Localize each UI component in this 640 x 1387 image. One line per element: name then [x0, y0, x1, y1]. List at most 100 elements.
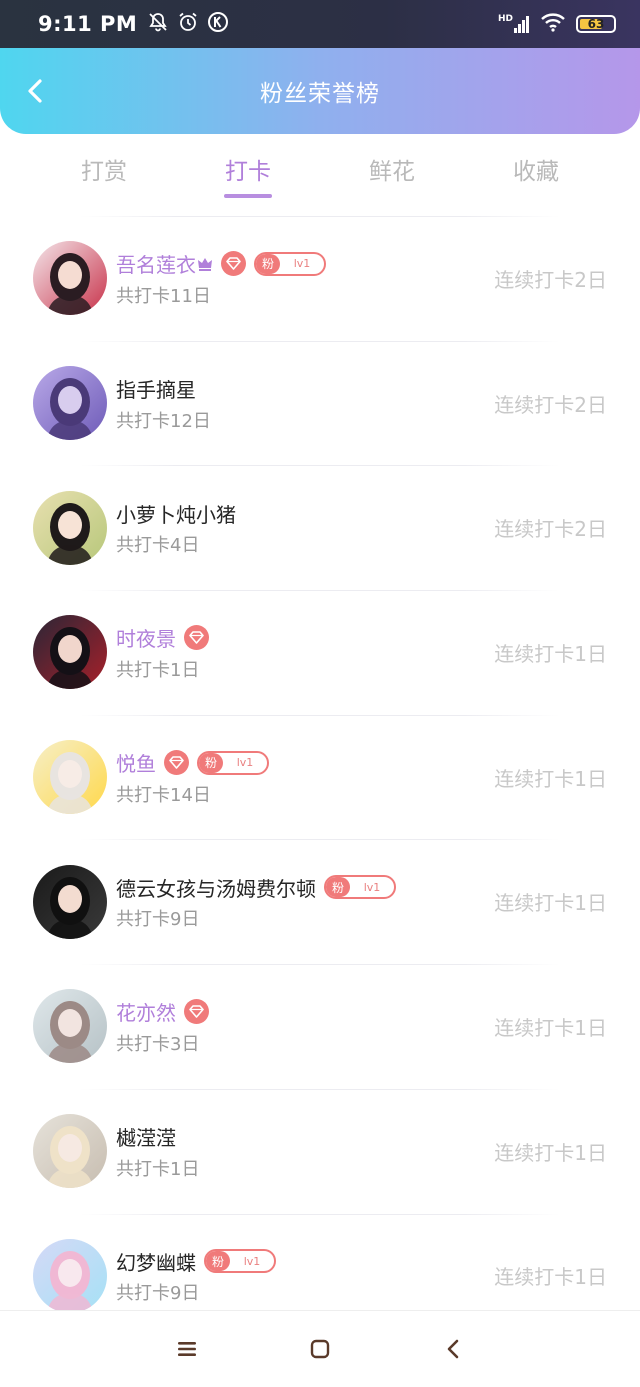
k-badge-icon [207, 11, 229, 37]
avatar[interactable] [33, 1114, 107, 1189]
user-info: 指手摘星 共打卡12日 [116, 374, 211, 433]
tab-label: 打赏 [81, 159, 127, 185]
user-info: 德云女孩与汤姆费尔顿 粉 lv1 共打卡9日 [116, 872, 396, 931]
system-nav-bar [0, 1310, 640, 1387]
diamond-icon [164, 750, 189, 776]
avatar[interactable] [33, 490, 107, 565]
back-button[interactable] [20, 76, 50, 106]
row-divider [80, 465, 560, 467]
row-divider [80, 964, 560, 966]
fan-badge-label: 粉 [206, 1251, 230, 1272]
streak-label: 连续打卡1日 [494, 1015, 607, 1040]
list-item[interactable]: 小萝卜炖小猪共打卡4日 连续打卡2日 [0, 465, 640, 590]
status-right-icons: HD 63 [498, 12, 616, 36]
name-line: 幻梦幽蝶 粉 lv1 [116, 1246, 276, 1276]
streak-label: 连续打卡2日 [494, 517, 607, 542]
user-info: 时夜景共打卡1日 [116, 623, 209, 682]
chevron-left-icon [28, 79, 42, 103]
avatar[interactable] [33, 989, 107, 1064]
avatar[interactable] [33, 615, 107, 690]
streak-label: 连续打卡1日 [494, 641, 607, 666]
row-divider [80, 590, 560, 592]
name-line: 花亦然 [116, 997, 209, 1027]
avatar[interactable] [33, 864, 107, 939]
row-divider [80, 1213, 560, 1215]
name-line: 吾名莲衣 粉 lv1 [116, 249, 326, 279]
home-square-icon [310, 1339, 330, 1359]
list-item[interactable]: 樾滢滢 共打卡1日 连续打卡1日 [0, 1088, 640, 1214]
user-info: 小萝卜炖小猪共打卡4日 [116, 498, 236, 557]
alarm-icon [177, 11, 199, 37]
tab-favorites[interactable]: 收藏 [464, 140, 608, 206]
row-divider [80, 839, 560, 841]
tab-label: 打卡 [225, 159, 271, 185]
signal-hd-label: HD [497, 14, 513, 24]
tab-reward[interactable]: 打赏 [32, 140, 176, 206]
recent-apps-button[interactable] [167, 1329, 207, 1369]
fan-level-badge: 粉 lv1 [197, 750, 269, 775]
name-line: 指手摘星 [116, 374, 211, 404]
list-item[interactable]: 花亦然 共打卡3日 连续打卡1日 [0, 964, 640, 1089]
streak-label: 连续打卡2日 [494, 267, 607, 292]
nav-back-button[interactable] [433, 1329, 473, 1369]
list-item[interactable]: 悦鱼 粉 lv1 共打卡14日 连续打卡1日 [0, 714, 640, 840]
list-item[interactable]: 吾名莲衣 粉 lv1 共打卡11日 连续打卡2日 [0, 216, 640, 341]
diamond-icon [184, 999, 209, 1025]
tab-active-indicator [224, 194, 272, 198]
fan-level-badge: 粉 lv1 [324, 875, 396, 900]
tab-flowers[interactable]: 鲜花 [320, 140, 464, 206]
total-checkins: 共打卡9日 [116, 909, 200, 931]
user-info: 悦鱼 粉 lv1 共打卡14日 [116, 748, 269, 807]
user-name[interactable]: 指手摘星 [116, 374, 196, 403]
battery-level: 63 [587, 17, 605, 31]
user-info: 花亦然 共打卡3日 [116, 997, 209, 1056]
fan-level-badge: 粉 lv1 [204, 1249, 276, 1274]
streak-label: 连续打卡1日 [494, 891, 607, 916]
battery-icon: 63 [576, 15, 616, 33]
bell-off-icon [147, 11, 169, 37]
signal-icon: HD [498, 15, 530, 33]
fan-level-badge: 粉 lv1 [254, 251, 326, 276]
user-info: 幻梦幽蝶 粉 lv1 共打卡9日 [116, 1246, 276, 1305]
list-item[interactable]: 时夜景共打卡1日 连续打卡1日 [0, 590, 640, 715]
fan-badge-label: 粉 [326, 877, 350, 898]
avatar[interactable] [33, 241, 107, 316]
list-item[interactable]: 指手摘星 共打卡12日 连续打卡2日 [0, 340, 640, 466]
user-name[interactable]: 樾滢滢 [116, 1122, 176, 1151]
row-divider [80, 714, 560, 716]
tab-checkin[interactable]: 打卡 [176, 140, 320, 206]
user-name[interactable]: 小萝卜炖小猪 [116, 499, 236, 528]
user-name[interactable]: 吾名莲衣 [116, 249, 196, 278]
user-name[interactable]: 花亦然 [116, 997, 176, 1026]
tab-label: 收藏 [513, 159, 559, 185]
user-name[interactable]: 德云女孩与汤姆费尔顿 [116, 873, 316, 902]
avatar[interactable] [33, 366, 107, 441]
total-checkins: 共打卡11日 [116, 285, 211, 307]
name-line: 德云女孩与汤姆费尔顿 粉 lv1 [116, 872, 396, 902]
fan-list: 吾名莲衣 粉 lv1 共打卡11日 连续打卡2日 指手摘星 共打卡12日 连续打卡2日… [0, 216, 640, 1338]
status-time: 9:11 PM [38, 12, 138, 36]
crown-icon [197, 256, 213, 272]
row-divider [80, 1088, 560, 1090]
user-name[interactable]: 悦鱼 [116, 748, 156, 777]
list-item[interactable]: 德云女孩与汤姆费尔顿 粉 lv1 共打卡9日 连续打卡1日 [0, 839, 640, 964]
status-bar: 9:11 PM HD 63 [0, 0, 640, 48]
user-name[interactable]: 时夜景 [116, 623, 176, 652]
total-checkins: 共打卡4日 [116, 535, 200, 557]
diamond-icon [184, 625, 209, 651]
total-checkins: 共打卡1日 [116, 659, 200, 681]
streak-label: 连续打卡1日 [494, 1140, 607, 1165]
user-name[interactable]: 幻梦幽蝶 [116, 1247, 196, 1276]
avatar[interactable] [33, 740, 107, 815]
avatar[interactable] [33, 1238, 107, 1313]
page-title: 粉丝荣誉榜 [260, 81, 380, 107]
fan-level-label: lv1 [236, 756, 254, 770]
fan-badge-label: 粉 [256, 253, 280, 274]
home-button[interactable] [300, 1329, 340, 1369]
total-checkins: 共打卡14日 [116, 784, 211, 806]
fan-level-label: lv1 [293, 257, 311, 271]
total-checkins: 共打卡9日 [116, 1283, 200, 1305]
fan-level-label: lv1 [243, 1254, 261, 1268]
row-divider [80, 216, 560, 217]
back-triangle-icon [448, 1339, 459, 1359]
